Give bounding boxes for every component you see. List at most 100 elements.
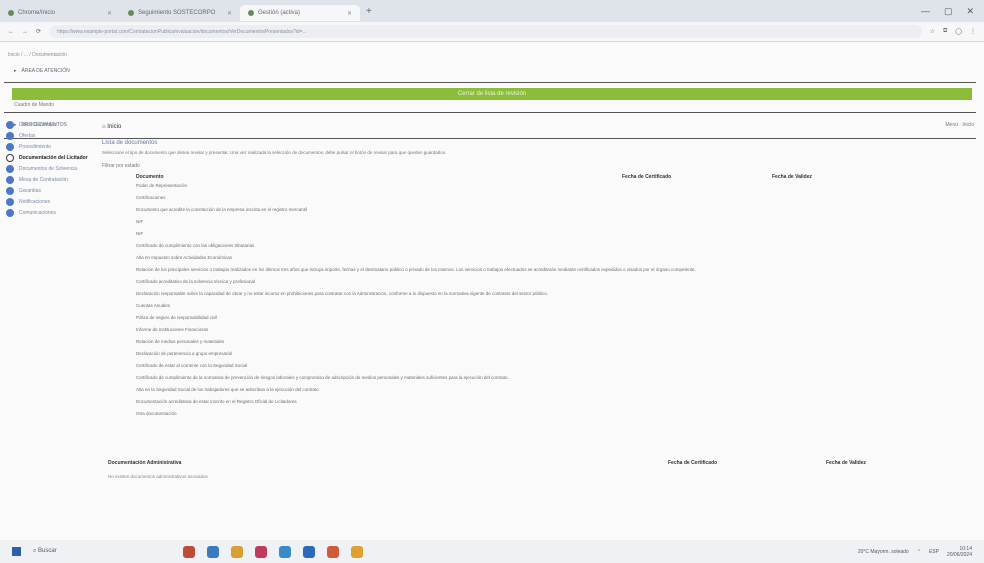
nav-dot-icon <box>6 198 14 206</box>
sidebar-item-active[interactable]: Documentación del Licitador <box>6 153 88 163</box>
intro-text: Seleccione el tipo de documento que dese… <box>102 150 447 155</box>
list-item[interactable]: Otra documentación <box>136 411 736 417</box>
green-banner[interactable]: Cerrar de lista de revisión <box>12 88 972 100</box>
list-item[interactable]: Declaración de pertenencia a grupo empre… <box>136 351 736 357</box>
documents-list: Poder de Representación Certificaciones … <box>136 183 736 423</box>
back-icon[interactable]: ← <box>8 29 14 35</box>
list-item[interactable]: Certificaciones <box>136 195 736 201</box>
list-item[interactable]: Alta en la Seguridad Social de los traba… <box>136 387 736 393</box>
list-item[interactable]: Certificado acreditativo de la solvencia… <box>136 279 736 285</box>
column-header-document[interactable]: Documento <box>136 174 164 180</box>
top-right-menu[interactable]: Menú · Inicio <box>945 122 974 128</box>
tab-label: Seguimiento SOSTECORPO <box>138 10 216 16</box>
nav-dot-icon <box>6 165 14 173</box>
sidebar-item[interactable]: Ofertas <box>6 131 86 141</box>
app-icon[interactable] <box>279 545 291 558</box>
nav-dot-icon <box>6 121 14 129</box>
footer-column-header[interactable]: Fecha de Validez <box>826 460 866 466</box>
page-title: Lista de documentos <box>102 140 158 146</box>
sidebar-item[interactable]: Procedimiento <box>6 142 86 152</box>
list-item[interactable]: Poder de Representación <box>136 183 736 189</box>
minimize-icon[interactable]: — <box>921 6 930 17</box>
profile-icon[interactable]: ◯ <box>955 28 962 35</box>
app-icon[interactable] <box>207 545 219 558</box>
list-item[interactable]: Póliza de seguro de responsabilidad civi… <box>136 315 736 321</box>
browser-tab[interactable]: Chrome/Inicio ✕ <box>0 5 120 21</box>
app-icon[interactable] <box>327 545 339 558</box>
os-taskbar: ⌕ Buscar 20°C Mayorm. soleado ⌃ ESP 10:1… <box>0 540 984 563</box>
list-item[interactable]: Documento que acredite la constitución d… <box>136 207 736 213</box>
favicon-icon <box>8 10 14 16</box>
browser-tabbar: Chrome/Inicio ✕ Seguimiento SOSTECORPO ✕ G… <box>0 0 984 22</box>
list-item[interactable]: NIF <box>136 231 736 237</box>
app-icon[interactable] <box>183 545 195 558</box>
filter-select[interactable]: Filtrar por estado <box>102 163 140 169</box>
footer-column-header[interactable]: Fecha de Certificado <box>668 460 717 466</box>
sidebar-item[interactable]: Documentos de Solvencia <box>6 164 86 174</box>
list-item[interactable]: Certificado de estar al corriente con la… <box>136 363 736 369</box>
app-icon[interactable] <box>351 545 363 558</box>
close-window-icon[interactable]: ✕ <box>966 6 974 17</box>
divider <box>4 112 976 113</box>
column-header-date-certificate[interactable]: Fecha de Certificado <box>622 174 671 180</box>
nav-dot-icon <box>6 209 14 217</box>
divider <box>4 138 976 139</box>
language-indicator[interactable]: ESP <box>929 549 939 555</box>
taskbar-apps <box>183 545 363 558</box>
windows-start-icon[interactable] <box>12 547 21 556</box>
tab-label: Gestión (activa) <box>258 10 301 16</box>
tray-chevron-icon[interactable]: ⌃ <box>917 549 921 555</box>
new-tab-button[interactable]: + <box>360 6 378 17</box>
maximize-icon[interactable]: ▢ <box>944 6 953 17</box>
list-item[interactable]: NIF <box>136 219 736 225</box>
app-icon[interactable] <box>303 545 315 558</box>
list-item[interactable]: Declaración responsable sobre la capacid… <box>136 291 736 297</box>
list-item[interactable]: Relación de medios personales y material… <box>136 339 736 345</box>
sidebar-item[interactable]: Comunicaciones <box>6 208 86 218</box>
tab-label: Chrome/Inicio <box>18 10 56 16</box>
nav-dot-icon <box>6 143 14 151</box>
sidebar-item[interactable]: Datos Generales <box>6 120 86 130</box>
home-icon: ⌂ <box>102 124 106 130</box>
subnote: Cuadro de Mando <box>14 102 55 108</box>
extensions-icon[interactable]: ⧉ <box>943 28 947 35</box>
list-item[interactable]: Certificado de cumplimiento de la normat… <box>136 375 736 381</box>
menu-icon[interactable]: ⋮ <box>970 28 976 35</box>
app-icon[interactable] <box>231 545 243 558</box>
search-icon: ⌕ <box>33 548 37 554</box>
browser-tab-active[interactable]: Gestión (activa) ✕ <box>240 5 360 21</box>
nav-dot-icon <box>6 154 14 162</box>
nav-dot-icon <box>6 176 14 184</box>
address-bar: ← → ⟳ https://www.example-portal.com/Con… <box>0 22 984 42</box>
browser-tab[interactable]: Seguimiento SOSTECORPO ✕ <box>120 5 240 21</box>
url-input[interactable]: https://www.example-portal.com/Contratac… <box>49 25 922 38</box>
home-link[interactable]: ⌂ Inicio <box>102 124 121 130</box>
favicon-icon <box>128 10 134 16</box>
list-item[interactable]: Certificado de cumplimiento con las obli… <box>136 243 736 249</box>
empty-state-note: No existen documentos administrativos as… <box>108 474 208 479</box>
list-item[interactable]: Documentación acreditativa de estar insc… <box>136 399 736 405</box>
app-icon[interactable] <box>255 545 267 558</box>
close-tab-icon[interactable]: ✕ <box>227 10 232 17</box>
sidebar-item[interactable]: Mesa de Contratación <box>6 175 86 185</box>
sidebar-item[interactable]: Notificaciones <box>6 197 86 207</box>
clock[interactable]: 10:14 20/06/2024 <box>947 546 972 558</box>
forward-icon[interactable]: → <box>22 29 28 35</box>
taskbar-search[interactable]: ⌕ Buscar <box>33 548 123 555</box>
close-tab-icon[interactable]: ✕ <box>107 10 112 17</box>
favicon-icon <box>248 10 254 16</box>
list-item[interactable]: Informe de Instituciones Financieras <box>136 327 736 333</box>
close-tab-icon[interactable]: ✕ <box>347 10 352 17</box>
reload-icon[interactable]: ⟳ <box>36 28 41 35</box>
list-item[interactable]: Alta en Impuesto sobre Actividades Econó… <box>136 255 736 261</box>
breadcrumb[interactable]: Inicio / ... / Documentación <box>8 52 67 58</box>
sidebar: Datos Generales Ofertas Procedimiento Do… <box>6 120 88 219</box>
weather-widget[interactable]: 20°C Mayorm. soleado <box>858 549 909 555</box>
sidebar-item[interactable]: Garantías <box>6 186 86 196</box>
list-item[interactable]: Relación de los principales servicios o … <box>136 267 736 273</box>
column-header-date-validity[interactable]: Fecha de Validez <box>772 174 812 180</box>
list-item[interactable]: Cuentas Anuales <box>136 303 736 309</box>
section-header-atencion[interactable]: ▸ ÁREA DE ATENCIÓN <box>14 68 70 74</box>
bookmark-icon[interactable]: ☆ <box>930 28 935 35</box>
footer-column-header[interactable]: Documentación Administrativa <box>108 460 181 466</box>
